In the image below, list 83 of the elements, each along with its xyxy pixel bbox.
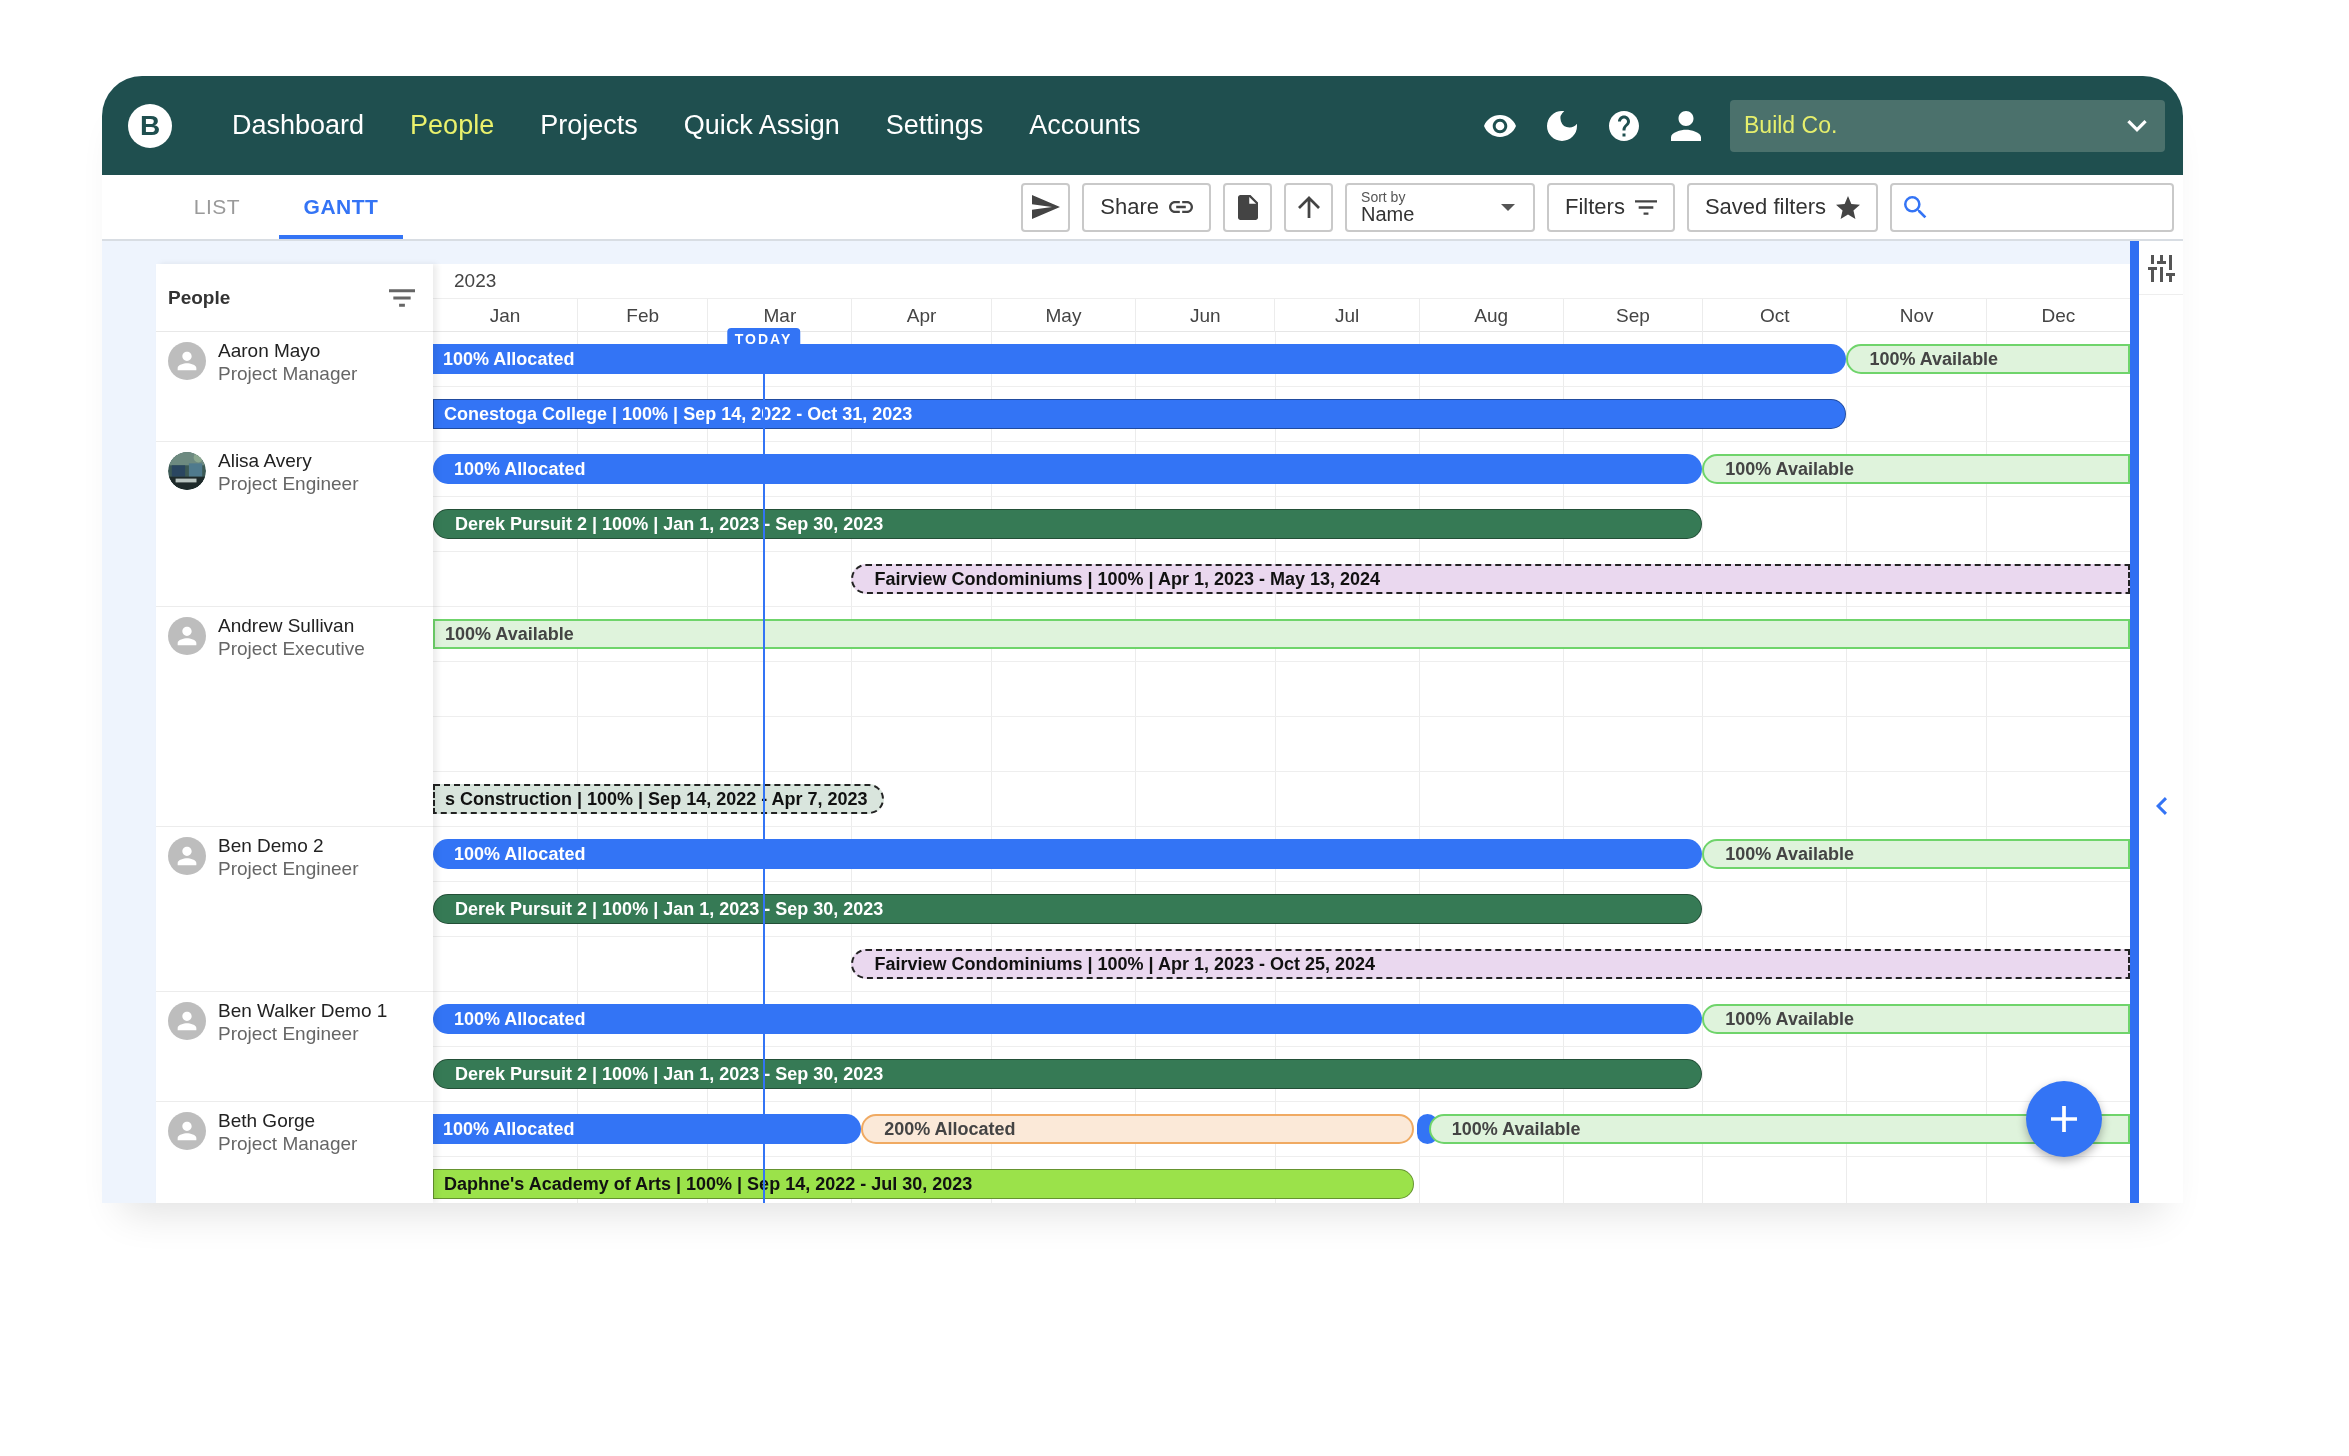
document-icon (1237, 194, 1258, 220)
project-bar[interactable]: Derek Pursuit 2 | 100% | Jan 1, 2023 - Sep 30, 2023 (433, 509, 1703, 539)
month-label: Apr (851, 299, 991, 332)
send-icon (1031, 195, 1060, 219)
availability-bar[interactable]: 100% Available (433, 619, 2130, 649)
allocation-bar[interactable]: 100% Allocated (433, 344, 1847, 374)
sliders-icon[interactable] (2147, 255, 2175, 282)
search-field[interactable] (1890, 182, 2174, 232)
filter-icon[interactable] (389, 288, 415, 307)
person-name: Alisa Avery (218, 450, 313, 472)
availability-bar[interactable]: 100% Available (1702, 839, 2130, 869)
help-icon[interactable] (1608, 110, 1640, 141)
arrow-up-icon (1297, 196, 1320, 218)
person-role: Project Engineer (218, 1023, 360, 1045)
sort-select[interactable]: Sort by Name (1345, 182, 1536, 232)
person-role: Project Engineer (218, 858, 359, 880)
availability-bar[interactable]: 100% Available (1428, 1114, 2130, 1144)
person-role: Project Engineer (218, 473, 359, 495)
year-label: 2023 (453, 269, 498, 293)
month-label: Dec (1985, 299, 2130, 332)
avatar-icon (168, 1112, 206, 1150)
nav-link[interactable]: Accounts (1029, 110, 1141, 141)
company-dropdown[interactable]: Build Co. (1730, 99, 2165, 152)
nav-link[interactable]: Dashboard (232, 110, 365, 141)
view-tab[interactable]: GANTT (279, 175, 403, 239)
availability-bar[interactable]: 100% Available (1702, 1004, 2130, 1034)
nav-link[interactable]: Quick Assign (683, 110, 840, 141)
month-label: Jan (488, 304, 522, 328)
person-role: Project Manager (218, 363, 358, 385)
person-name: Ben Demo 2 (218, 835, 325, 857)
allocation-bar[interactable]: 100% Allocated (433, 1114, 862, 1144)
allocation-bar[interactable]: 100% Allocated (433, 1004, 1703, 1034)
month-label: Aug (1418, 299, 1563, 332)
search-icon (1904, 195, 1927, 219)
caret-icon (1501, 203, 1516, 211)
chevron-left-icon[interactable] (2155, 797, 2167, 815)
sort-direction-button[interactable] (1284, 182, 1334, 232)
month-label: Sep (1562, 299, 1703, 332)
link-icon (1169, 201, 1194, 213)
moon-icon[interactable] (1546, 110, 1578, 141)
share-button[interactable]: Share (1082, 182, 1212, 232)
allocation-bar[interactable]: 100% Allocated (433, 454, 1703, 484)
logo[interactable]: B (128, 103, 172, 148)
chevron-down-icon (2127, 119, 2147, 132)
send-button[interactable] (1021, 182, 1071, 232)
month-label: Feb (577, 299, 708, 332)
nav-link[interactable]: Projects (540, 110, 638, 141)
document-button[interactable] (1223, 182, 1273, 232)
person-name: Beth Gorge (218, 1110, 317, 1132)
avatar-icon (168, 617, 206, 655)
saved-filters-button[interactable]: Saved filters (1686, 182, 1878, 232)
star-icon (1836, 195, 1860, 219)
filters-button[interactable]: Filters (1547, 182, 1675, 232)
month-label: Nov (1846, 299, 1986, 332)
month-label: Jul (1274, 299, 1419, 332)
plus-icon (2051, 1106, 2077, 1132)
month-label: May (990, 299, 1135, 332)
tentative-project-bar[interactable]: Fairview Condominiums | 100% | Apr 1, 2023 - May 13, 2024 (851, 564, 2130, 594)
availability-bar[interactable]: 100% Available (1702, 454, 2130, 484)
nav-link[interactable]: Settings (885, 110, 984, 141)
allocation-bar[interactable]: 100% Allocated (433, 839, 1703, 869)
panel-title: People (168, 286, 231, 309)
avatar-icon (168, 837, 206, 875)
project-bar[interactable]: Derek Pursuit 2 | 100% | Jan 1, 2023 - Sep 30, 2023 (433, 1059, 1703, 1089)
sort-label: Sort by (1361, 190, 1407, 204)
sort-value: Name (1361, 204, 1415, 224)
project-bar[interactable]: Derek Pursuit 2 | 100% | Jan 1, 2023 - Sep 30, 2023 (433, 894, 1703, 924)
person-role: Project Manager (218, 1133, 358, 1155)
availability-bar[interactable]: 100% Available (1846, 344, 2130, 374)
filter-icon (1634, 199, 1657, 215)
person-name: Aaron Mayo (218, 340, 322, 362)
avatar-icon (168, 342, 206, 380)
tentative-project-bar[interactable]: Fairview Condominiums | 100% | Apr 1, 2023 - Oct 25, 2024 (851, 949, 2130, 979)
over-allocation-bar[interactable]: 200% Allocated (861, 1114, 1415, 1144)
account-icon[interactable] (1670, 110, 1702, 141)
avatar-icon (168, 1002, 206, 1040)
company-name: Build Co. (1744, 112, 1838, 139)
person-name: Ben Walker Demo 1 (218, 1000, 388, 1022)
nav-link[interactable]: People (410, 110, 495, 141)
month-label: Jun (1135, 299, 1275, 332)
month-label: Oct (1702, 299, 1847, 332)
person-role: Project Executive (218, 638, 365, 660)
person-name: Andrew Sullivan (218, 615, 356, 637)
